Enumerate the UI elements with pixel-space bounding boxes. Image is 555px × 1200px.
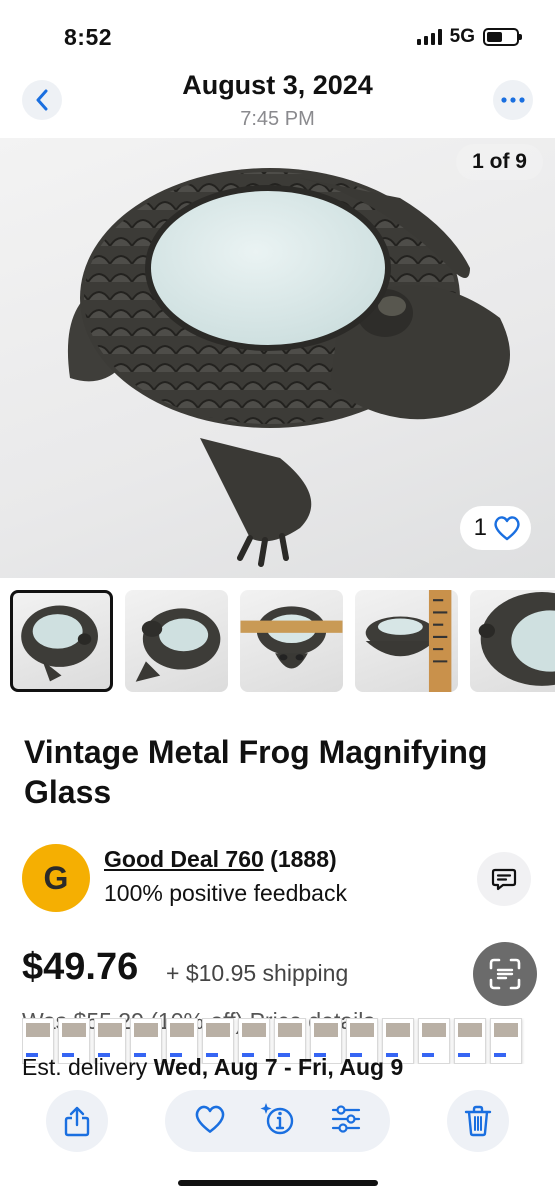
share-button[interactable]	[46, 1090, 108, 1152]
photo-date: August 3, 2024	[182, 70, 373, 100]
est-dates: Wed, Aug 7 - Fri, Aug 9	[153, 1054, 404, 1080]
sliders-icon	[332, 1104, 361, 1133]
message-icon	[491, 868, 517, 891]
live-text-button[interactable]	[473, 942, 537, 1006]
est-label: Est. delivery	[22, 1054, 148, 1080]
thumbnail-3[interactable]	[240, 590, 343, 692]
message-seller-button[interactable]	[477, 852, 531, 906]
seller-avatar[interactable]: G	[22, 844, 90, 912]
photo-time: 7:45 PM	[240, 108, 315, 130]
app-card[interactable]	[418, 1018, 450, 1064]
thumbnail-5[interactable]	[470, 590, 555, 692]
listing-title: Vintage Metal Frog Magnifying Glass	[24, 734, 488, 810]
thumbnail-2[interactable]	[125, 590, 228, 692]
app-card[interactable]	[454, 1018, 486, 1064]
share-icon	[64, 1106, 90, 1137]
like-button[interactable]: 1	[459, 506, 531, 550]
price: $49.76	[22, 946, 139, 988]
photo-header: August 3, 2024 7:45 PM	[0, 66, 555, 138]
photo-toolbar	[0, 1090, 555, 1152]
thumbnail-4[interactable]	[355, 590, 458, 692]
heart-icon	[494, 516, 520, 541]
thumbnail-strip	[10, 590, 555, 694]
thumbnail-1[interactable]	[10, 590, 113, 692]
seller-name-link[interactable]: Good Deal 760	[104, 846, 264, 872]
adjust-button[interactable]	[331, 1104, 361, 1138]
trash-icon	[464, 1105, 492, 1137]
status-indicators: 5G	[416, 26, 522, 48]
photo-actions	[165, 1090, 390, 1152]
status-bar: 8:52 5G	[0, 0, 555, 70]
signal-icon	[416, 29, 442, 45]
main-product-image[interactable]: 1 of 9 1	[0, 138, 555, 578]
ellipsis-icon	[501, 97, 525, 103]
home-indicator[interactable]	[178, 1180, 378, 1186]
shipping-cost: + $10.95 shipping	[166, 960, 349, 986]
seller-score: (1888)	[270, 846, 337, 872]
image-counter: 1 of 9	[456, 144, 543, 180]
more-button[interactable]	[493, 80, 533, 120]
battery-icon	[483, 28, 522, 46]
status-time: 8:52	[64, 24, 113, 50]
text-scan-icon	[489, 958, 521, 990]
estimated-delivery: Est. delivery Wed, Aug 7 - Fri, Aug 9	[22, 1054, 403, 1081]
info-sparkle-icon	[260, 1102, 294, 1134]
delete-button[interactable]	[447, 1090, 509, 1152]
info-button[interactable]	[259, 1101, 297, 1142]
app-card[interactable]	[490, 1018, 522, 1064]
favorite-button[interactable]	[194, 1104, 226, 1139]
heart-icon	[195, 1105, 225, 1133]
seller-info: Good Deal 760 (1888)	[104, 846, 337, 873]
seller-feedback: 100% positive feedback	[104, 880, 347, 906]
like-count: 1	[473, 514, 487, 541]
network-label: 5G	[449, 26, 475, 47]
